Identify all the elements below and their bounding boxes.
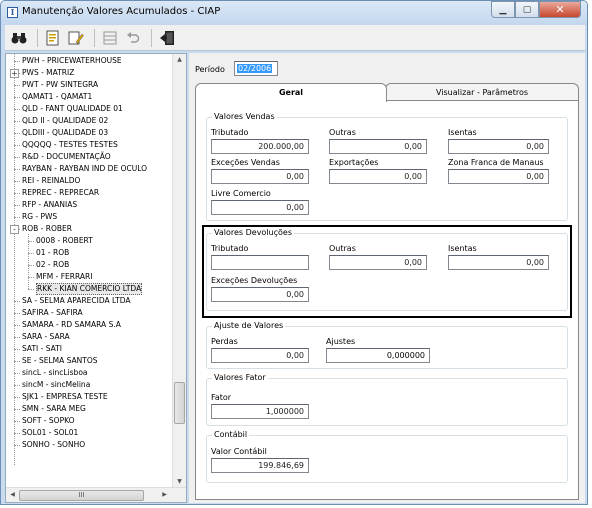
window-title: Manutenção Valores Acumulados - CIAP xyxy=(22,6,221,17)
undo-icon[interactable] xyxy=(123,28,143,48)
vendas-outras-input[interactable]: 0,00 xyxy=(329,139,427,154)
tree-item[interactable]: QAMAT1 - QAMAT1 xyxy=(22,91,92,103)
tree-item[interactable]: sincM - sincMelina xyxy=(22,379,90,391)
vendas-exportacoes-input[interactable]: 0,00 xyxy=(329,169,427,184)
tree-item[interactable]: SAFIRA - SAFIRA xyxy=(22,307,83,319)
group-valores-vendas: Valores Vendas Tributado 200.000,00 Outr… xyxy=(206,112,568,221)
tab-strip: Geral Visualizar - Parâmetros xyxy=(195,83,579,102)
tree-item[interactable]: SMN - SARA MEG xyxy=(22,403,86,415)
tree-item[interactable]: SATI - SATI xyxy=(22,343,62,355)
valor-contabil-input[interactable]: 199.846,69 xyxy=(211,458,309,473)
tree-item[interactable]: sincL - sincLisboa xyxy=(22,367,88,379)
tree-item[interactable]: 02 - ROB xyxy=(36,259,69,271)
main-window: I Manutenção Valores Acumulados - CIAP ▁… xyxy=(0,0,588,505)
tree-item[interactable]: QLD II - QUALIDADE 02 xyxy=(22,115,108,127)
binoculars-icon[interactable] xyxy=(9,28,29,48)
tree-item[interactable]: RAYBAN - RAYBAN IND DE OCULO xyxy=(22,163,147,175)
tree-item[interactable]: SA - SELMA APARECIDA LTDA xyxy=(22,295,131,307)
collapse-icon[interactable]: - xyxy=(10,225,19,234)
tree-item[interactable]: PWS - MATRIZ xyxy=(22,67,74,79)
tree-item[interactable]: MFM - FERRARI xyxy=(36,271,92,283)
isentas-label: Isentas xyxy=(448,128,477,137)
excecoes-vendas-label: Exceções Vendas xyxy=(211,158,280,167)
tree-item[interactable]: SE - SELMA SANTOS xyxy=(22,355,98,367)
grid-icon[interactable] xyxy=(100,28,120,48)
group-title: Valores Fator xyxy=(212,373,268,382)
exit-icon[interactable] xyxy=(157,28,177,48)
group-valores-fator: Valores Fator Fator 1,000000 xyxy=(206,373,568,426)
fator-label: Fator xyxy=(211,393,232,402)
maximize-button[interactable]: ▢ xyxy=(515,1,539,18)
exportacoes-label: Exportações xyxy=(329,158,379,167)
scroll-thumb[interactable] xyxy=(174,382,185,424)
tree-item[interactable]: QLD - FANT QUALIDADE 01 xyxy=(22,103,123,115)
tab-visualizar-parametros[interactable]: Visualizar - Parâmetros xyxy=(385,83,579,101)
tree-horizontal-scrollbar[interactable]: ◀ III ▶ xyxy=(6,487,186,502)
tree-item[interactable]: RFP - ANANIAS xyxy=(22,199,77,211)
close-button[interactable]: ✕ xyxy=(539,1,581,18)
detail-panel: Período 02/2006 Geral Visualizar - Parâm… xyxy=(189,53,585,503)
highlight-box xyxy=(202,225,572,318)
periodo-input[interactable]: 02/2006 xyxy=(234,61,278,76)
outras-label: Outras xyxy=(329,128,356,137)
group-title: Valores Vendas xyxy=(212,112,277,121)
vendas-isentas-input[interactable]: 0,00 xyxy=(448,139,549,154)
tree-item[interactable]: QQQQQ - TESTES TESTES xyxy=(22,139,118,151)
report-icon[interactable] xyxy=(43,28,63,48)
scroll-right-icon[interactable]: ▶ xyxy=(158,489,171,501)
tree-item[interactable]: PWT - PW SINTEGRA xyxy=(22,79,98,91)
vendas-excecoes-input[interactable]: 0,00 xyxy=(211,169,309,184)
tree-item[interactable]: R&D - DOCUMENTAÇÃO xyxy=(22,151,111,163)
expand-icon[interactable]: + xyxy=(10,69,19,78)
hscroll-thumb[interactable]: III xyxy=(19,490,144,501)
perdas-input[interactable]: 0,00 xyxy=(211,348,309,363)
tab-panel-geral: Valores Vendas Tributado 200.000,00 Outr… xyxy=(195,100,579,500)
tree-item[interactable]: REPREC - REPRECAR xyxy=(22,187,99,199)
valor-contabil-label: Valor Contábil xyxy=(211,447,267,456)
periodo-label: Período xyxy=(195,65,225,74)
group-contabil: Contábil Valor Contábil 199.846,69 xyxy=(206,430,568,483)
tree-item[interactable]: ROB - ROBER xyxy=(22,223,72,235)
tree-item[interactable]: SARA - SARA xyxy=(22,331,70,343)
tree-item[interactable]: QLDIII - QUALIDADE 03 xyxy=(22,127,108,139)
scroll-up-icon[interactable]: ▲ xyxy=(173,54,186,66)
app-icon: I xyxy=(7,7,18,18)
tree-item[interactable]: SJK1 - EMPRESA TESTE xyxy=(22,391,108,403)
tributado-label: Tributado xyxy=(211,128,249,137)
tree-item[interactable]: SAMARA - RD SAMARA S.A xyxy=(22,319,121,331)
livre-comercio-label: Livre Comercio xyxy=(211,189,271,198)
zona-franca-label: Zona Franca de Manaus xyxy=(448,158,544,167)
tree-item[interactable]: SONHO - SONHO xyxy=(22,439,85,451)
tree-item[interactable]: 0008 - ROBERT xyxy=(36,235,93,247)
fator-input[interactable]: 1,000000 xyxy=(211,404,309,419)
periodo-value: 02/2006 xyxy=(237,64,273,73)
tree-item[interactable]: REI - REINALDO xyxy=(22,175,80,187)
tree-item[interactable]: SOFT - SOPKO xyxy=(22,415,75,427)
vendas-zona-franca-input[interactable]: 0,00 xyxy=(448,169,549,184)
tree-item[interactable]: RKK - KIAN COMERCIO LTDA xyxy=(36,283,143,295)
tree-item[interactable]: RG - PWS xyxy=(22,211,57,223)
title-bar: I Manutenção Valores Acumulados - CIAP ▁… xyxy=(1,1,587,25)
perdas-label: Perdas xyxy=(211,337,238,346)
group-ajuste-valores: Ajuste de Valores Perdas 0,00 Ajustes 0,… xyxy=(206,321,568,369)
group-title: Ajuste de Valores xyxy=(212,321,286,330)
edit-icon[interactable] xyxy=(66,28,86,48)
vendas-livre-comercio-input[interactable]: 0,00 xyxy=(211,200,309,215)
toolbar xyxy=(5,25,585,51)
tree-item[interactable]: SOL01 - SOL01 xyxy=(22,427,78,439)
vendas-tributado-input[interactable]: 200.000,00 xyxy=(211,139,309,154)
scroll-left-icon[interactable]: ◀ xyxy=(6,489,19,501)
ajustes-label: Ajustes xyxy=(326,337,356,346)
tab-geral[interactable]: Geral xyxy=(195,83,387,102)
ajustes-input[interactable]: 0,000000 xyxy=(326,348,430,363)
tree-item[interactable]: PWH - PRICEWATERHOUSE xyxy=(22,55,122,67)
group-title: Contábil xyxy=(212,430,250,439)
tree-vertical-scrollbar[interactable]: ▲ ▼ xyxy=(172,54,186,488)
tree-item[interactable]: 01 - ROB xyxy=(36,247,69,259)
minimize-button[interactable]: ▁ xyxy=(491,1,515,18)
company-tree[interactable]: PWH - PRICEWATERHOUSE PWS - MATRIZ + PWT - … xyxy=(5,53,187,503)
